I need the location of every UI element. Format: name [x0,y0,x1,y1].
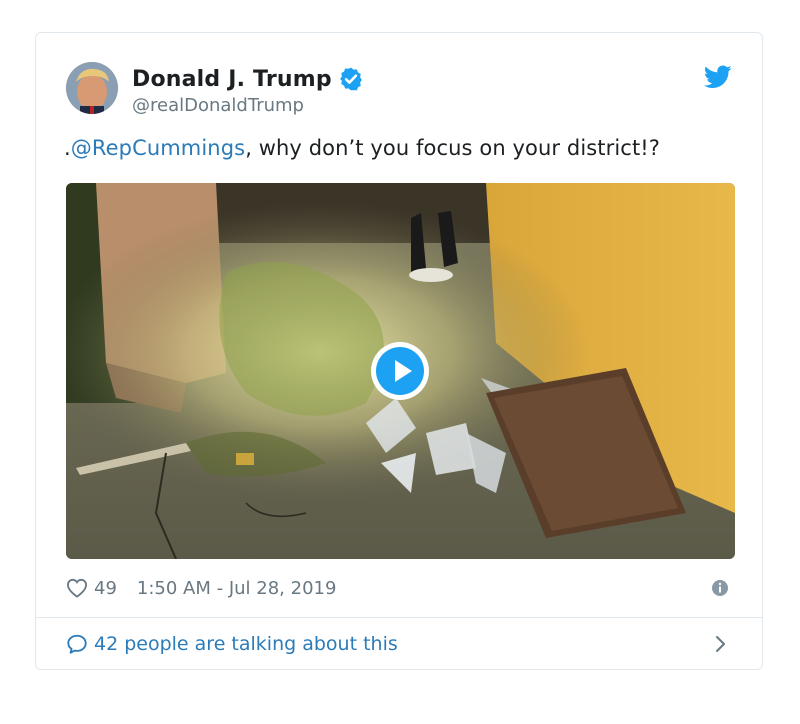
like-count[interactable]: 49 [94,578,117,599]
conversation-link[interactable]: 42 people are talking about this [66,629,732,659]
play-triangle [395,360,412,382]
tweet-card: Donald J. Trump @realDonaldTrump .@RepCu… [35,32,763,670]
tweet-meta: 49 1:50 AM - Jul 28, 2019 [66,573,732,603]
tweet-text: .@RepCummings, why don’t you focus on yo… [64,136,734,160]
avatar-image [66,62,118,114]
card-divider [36,617,762,618]
name-row: Donald J. Trump [132,66,364,92]
tweet-text-body: , why don’t you focus on your district!? [245,136,661,160]
verified-badge-icon [339,67,362,91]
tweet-timestamp[interactable]: 1:50 AM - Jul 28, 2019 [137,578,337,599]
play-button[interactable] [371,342,429,400]
play-icon [376,347,424,395]
tweet-text-prefix: . [64,136,71,160]
twitter-bird-icon[interactable] [704,65,732,89]
tweet-header: Donald J. Trump @realDonaldTrump [66,62,732,118]
heart-icon[interactable] [66,578,88,598]
author-handle[interactable]: @realDonaldTrump [132,95,304,116]
avatar[interactable] [66,62,118,114]
speech-bubble-icon [67,634,87,654]
conversation-text: 42 people are talking about this [94,633,398,655]
video-thumbnail[interactable] [66,183,735,559]
chevron-right-icon [716,636,725,652]
display-name[interactable]: Donald J. Trump [132,67,332,92]
mention-link[interactable]: @RepCummings [71,136,245,160]
info-icon[interactable] [711,579,729,597]
